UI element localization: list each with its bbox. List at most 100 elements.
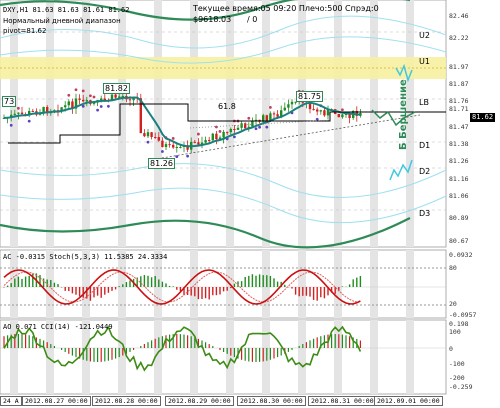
ao-axis-tick: 100 (449, 328, 461, 336)
candle-body (168, 144, 171, 146)
price-tick: 81.97 (449, 63, 469, 71)
ac-axis-tick: 80 (449, 264, 457, 272)
candle-body (312, 109, 315, 111)
candle-body (67, 101, 70, 106)
price-tick: 81.16 (449, 175, 469, 183)
session-stripe (406, 250, 414, 318)
level-d3: D3 (419, 209, 431, 218)
price-tick: 81.06 (449, 192, 469, 200)
candle-body (323, 110, 326, 116)
price-tick: 81.76 (449, 97, 469, 105)
symbol-ohlc: DXY,H1 81.63 81.63 81.61 81.62 (3, 6, 130, 14)
candle-body (100, 98, 103, 101)
balance: $9618.03 (193, 15, 232, 24)
pivot-zone (0, 57, 446, 79)
session-stripe (370, 320, 378, 394)
price-tick: 80.67 (449, 237, 469, 245)
level-u1: U1 (419, 57, 430, 66)
candle-body (265, 115, 268, 122)
candle-body (215, 133, 218, 140)
ac-panel-label: AC -0.0315 Stoch(5,3,3) 11.5385 24.3334 (3, 253, 168, 261)
candle-body (161, 140, 164, 147)
level-u2: U2 (419, 31, 430, 40)
price-tick: 81.26 (449, 157, 469, 165)
candle-body (179, 146, 182, 148)
time-tick: 2012.08.28 00:00 (92, 396, 161, 406)
candle-body (226, 131, 229, 133)
price-tick: 81.87 (449, 80, 469, 88)
trading-chart[interactable]: DXY,H1 81.63 81.63 81.61 81.62 Нормальны… (0, 0, 500, 408)
fractal-dot (218, 130, 222, 133)
fractal-dot (161, 150, 164, 153)
candle-body (20, 112, 24, 115)
candle-body (121, 95, 124, 97)
candle-body (222, 131, 225, 138)
tag-left: 73 (2, 96, 17, 107)
session-stripe (334, 250, 342, 318)
price-tick: 81.47 (449, 123, 469, 131)
level-d1: D1 (419, 141, 431, 150)
candle-body (154, 137, 157, 139)
candle-body (211, 133, 214, 141)
fractal-dot (146, 140, 150, 144)
candle-body (341, 114, 344, 118)
ao-axis-tick: -200 (449, 374, 465, 382)
fractal-dot (17, 106, 20, 110)
candle-body (319, 110, 322, 112)
candle-body (143, 133, 146, 137)
time-tick: 2012.08.31 00:00 (308, 396, 377, 406)
ao-axis-tick: -100 (449, 360, 465, 368)
candle-body (114, 94, 117, 98)
candle-body (208, 140, 211, 142)
slash-zero: / 0 (247, 15, 258, 24)
fractal-dot (27, 119, 31, 123)
ao-axis-tick: 0 (449, 345, 453, 353)
time-tick: 2012.08.30 00:00 (237, 396, 306, 406)
price-tick: 82.22 (449, 34, 469, 42)
pivot-label: pivot=81.62 (3, 27, 47, 35)
time-tick: 2012.09.01 00:00 (374, 396, 443, 406)
tag-8126: 81.26 (148, 158, 175, 169)
candle-body (78, 98, 81, 100)
fractal-dot (254, 127, 258, 131)
candle-body (193, 141, 196, 143)
candle-body (64, 105, 67, 108)
candle-body (229, 128, 232, 133)
tag-8182: 81.82 (103, 83, 130, 94)
candle-body (150, 132, 153, 138)
ao-axis-tick: 0.198 (449, 320, 469, 328)
candle-body (316, 109, 319, 112)
time-tick: 2012.08.29 00:00 (165, 396, 234, 406)
ao-panel-frame (0, 319, 447, 395)
fractal-dot (67, 93, 71, 97)
ac-axis-tick: 20 (449, 300, 457, 308)
candle-body (172, 144, 175, 148)
fib-618-label: 61.8 (218, 102, 236, 111)
candle-body (236, 127, 240, 130)
fractal-dot (9, 123, 13, 127)
fractal-dot (215, 125, 218, 129)
fractal-dot (92, 95, 96, 99)
price-tick: 82.46 (449, 12, 469, 20)
session-stripe (298, 250, 306, 318)
tag-8175: 81.75 (296, 91, 323, 102)
candle-body (276, 114, 279, 117)
candle-body (204, 140, 207, 143)
level-d2: D2 (419, 167, 431, 176)
candle-body (146, 132, 150, 137)
fractal-dot (186, 154, 190, 158)
ao-axis-tick: -0.259 (449, 383, 473, 391)
candle-body (17, 112, 20, 114)
candle-body (197, 142, 200, 145)
session-stripe (370, 250, 378, 318)
candle-body (283, 107, 286, 111)
range-label: Нормальный дневной диапазон (3, 17, 121, 25)
fractal-dot (265, 125, 269, 129)
fractal-dot (341, 108, 344, 112)
session-stripe (406, 320, 414, 394)
price-tick: 81.38 (449, 140, 469, 148)
session-stripe (10, 320, 18, 394)
candle-body (31, 110, 34, 112)
candle-body (164, 144, 168, 147)
candle-body (326, 109, 330, 116)
